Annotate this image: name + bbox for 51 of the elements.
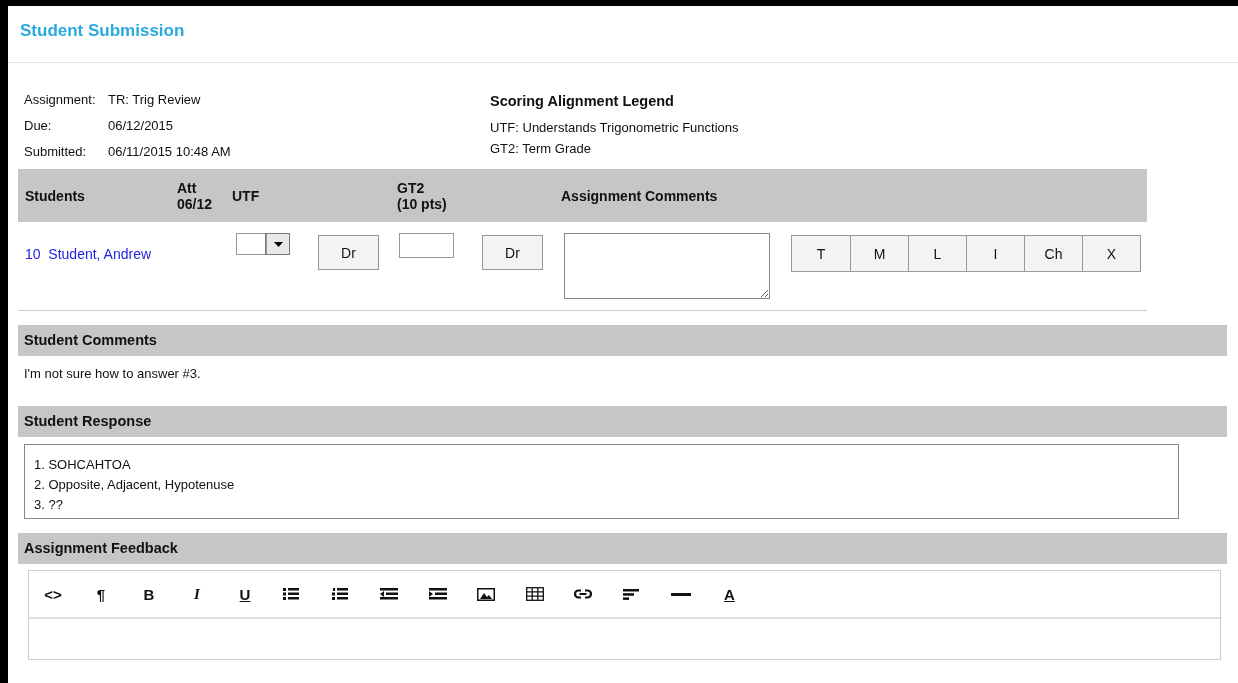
numbered-list-icon[interactable] xyxy=(331,588,348,600)
response-line: 3. ?? xyxy=(34,496,64,514)
comment-code-button[interactable]: Ch xyxy=(1024,236,1082,271)
comment-textarea[interactable] xyxy=(564,233,770,299)
detail-value: 06/11/2015 10:48 AM xyxy=(108,144,232,159)
section-header: Student Response xyxy=(18,406,1227,437)
toolbar-button[interactable]: <> xyxy=(43,580,63,608)
detail-label: Submitted: xyxy=(24,144,88,159)
detail-value: 06/12/2015 xyxy=(108,118,175,133)
column-header: Att 06/12 xyxy=(176,179,214,212)
align-left-icon[interactable] xyxy=(622,588,639,600)
column-header: Assignment Comments xyxy=(560,187,719,204)
column-header: Students xyxy=(24,187,86,204)
legend-title: Scoring Alignment Legend xyxy=(490,93,675,110)
student-link[interactable]: 10 Student, Andrew xyxy=(25,246,236,262)
indent-icon[interactable] xyxy=(428,588,447,600)
table-icon[interactable] xyxy=(525,587,544,601)
legend-item: GT2: Term Grade xyxy=(490,140,592,158)
bold-button[interactable]: B xyxy=(139,580,159,608)
drop-button[interactable]: Dr xyxy=(318,235,379,270)
comment-code-button[interactable]: T xyxy=(792,236,850,271)
legend-item: UTF: Understands Trigonometric Functions xyxy=(490,119,739,137)
text-color-button[interactable]: A xyxy=(719,580,740,608)
bulleted-list-icon[interactable] xyxy=(283,588,299,600)
horizontal-rule-icon[interactable] xyxy=(671,592,691,596)
section-header: Student Comments xyxy=(18,325,1227,356)
dropdown-arrow-icon xyxy=(273,241,283,247)
detail-label: Assignment: xyxy=(24,92,97,107)
underline-button[interactable]: U xyxy=(235,580,255,608)
rich-text-editor[interactable]: <> ¶ B I U A xyxy=(28,570,1221,660)
student-comment: I'm not sure how to answer #3. xyxy=(23,365,202,383)
page-title: Student Submission xyxy=(8,6,1238,63)
column-header: GT2 (10 pts) xyxy=(396,179,448,212)
toolbar-button[interactable]: ¶ xyxy=(91,580,111,608)
comment-code-button[interactable]: I xyxy=(966,236,1024,271)
detail-value: TR: Trig Review xyxy=(108,92,202,107)
drop-button[interactable]: Dr xyxy=(482,235,543,270)
image-icon[interactable] xyxy=(477,587,495,601)
comment-code-button[interactable]: M xyxy=(850,236,908,271)
response-line: 2. Opposite, Adjacent, Hypotenuse xyxy=(34,476,236,494)
outdent-icon[interactable] xyxy=(380,588,398,600)
detail-label: Due: xyxy=(24,118,53,133)
italic-button[interactable]: I xyxy=(187,580,207,608)
response-line: 1. SOHCAHTOA xyxy=(34,456,132,474)
link-icon[interactable] xyxy=(574,589,592,599)
comment-code-button[interactable]: X xyxy=(1082,236,1140,271)
column-header: UTF xyxy=(231,187,261,204)
score-input[interactable] xyxy=(399,233,454,258)
comment-code-button[interactable]: L xyxy=(908,236,966,271)
score-dropdown[interactable] xyxy=(236,233,290,255)
section-header: Assignment Feedback xyxy=(18,533,1227,564)
